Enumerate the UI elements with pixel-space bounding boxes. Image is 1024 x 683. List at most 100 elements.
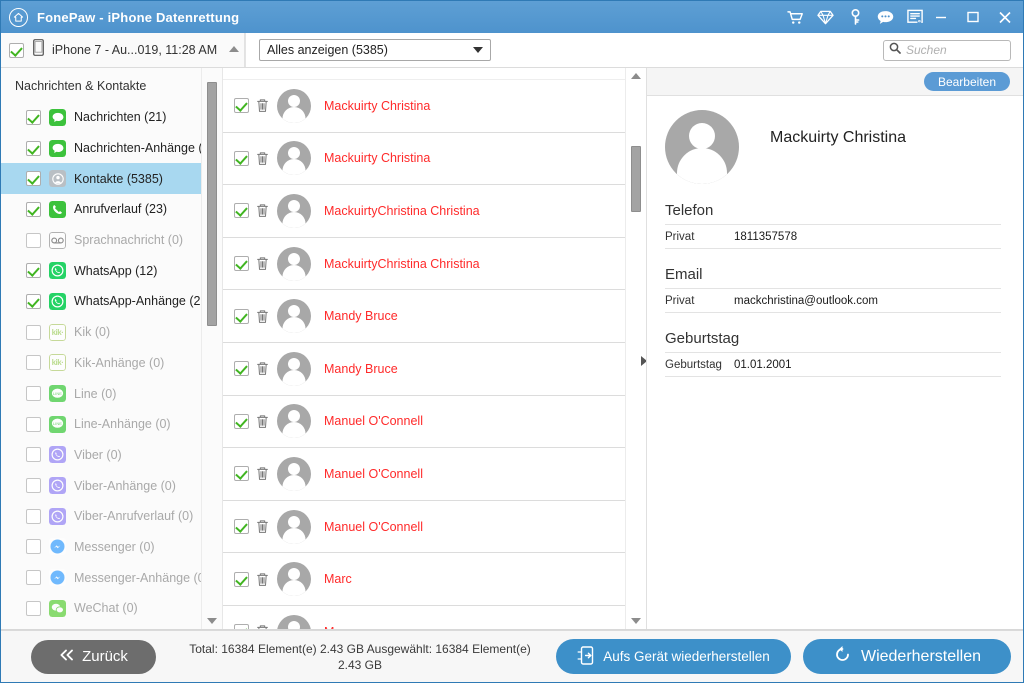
row-checkbox[interactable] — [234, 151, 249, 166]
search-box[interactable] — [883, 40, 1011, 61]
key-icon[interactable] — [847, 9, 864, 26]
sidebar-item-12[interactable]: Viber-Anhänge (0) — [1, 470, 222, 501]
sidebar-item-6[interactable]: WhatsApp-Anhänge (25) — [1, 286, 222, 317]
table-row[interactable]: Marc — [223, 553, 625, 606]
sidebar-item-2[interactable]: Kontakte (5385) — [1, 163, 222, 194]
sidebar-item-4[interactable]: Sprachnachricht (0) — [1, 225, 222, 256]
sidebar-item-1[interactable]: Nachrichten-Anhänge (4) — [1, 133, 222, 164]
row-checkbox[interactable] — [234, 98, 249, 113]
edit-button[interactable]: Bearbeiten — [924, 72, 1010, 91]
sidebar-item-checkbox[interactable] — [26, 539, 41, 554]
sidebar-item-checkbox[interactable] — [26, 386, 41, 401]
sidebar-item-checkbox[interactable] — [26, 233, 41, 248]
device-selector[interactable]: iPhone 7 - Au...019, 11:28 AM — [1, 33, 223, 67]
sidebar-item-checkbox[interactable] — [26, 263, 41, 278]
cart-icon[interactable] — [787, 9, 804, 26]
sidebar-item-5[interactable]: WhatsApp (12) — [1, 255, 222, 286]
sidebar-scroll-down-arrow[interactable] — [207, 618, 217, 624]
chevron-down-icon — [473, 47, 483, 53]
sidebar-item-checkbox[interactable] — [26, 447, 41, 462]
row-checkbox[interactable] — [234, 466, 249, 481]
sidebar-item-checkbox[interactable] — [26, 570, 41, 585]
device-checkbox[interactable] — [9, 43, 24, 58]
table-row[interactable]: Mandy Bruce — [223, 290, 625, 343]
table-row[interactable]: Mandy Bruce — [223, 343, 625, 396]
row-checkbox[interactable] — [234, 309, 249, 324]
trash-icon[interactable] — [256, 572, 269, 587]
chat-icon[interactable] — [877, 9, 894, 26]
trash-icon[interactable] — [256, 519, 269, 534]
trash-icon[interactable] — [256, 466, 269, 481]
row-checkbox[interactable] — [234, 414, 249, 429]
sidebar-scroll-up-arrow[interactable] — [229, 46, 239, 52]
sidebar-item-label: WeChat (0) — [74, 601, 138, 615]
trash-icon[interactable] — [256, 98, 269, 113]
sidebar-item-0[interactable]: Nachrichten (21) — [1, 102, 222, 133]
sidebar-item-checkbox[interactable] — [26, 601, 41, 616]
trash-icon[interactable] — [256, 151, 269, 166]
diamond-icon[interactable] — [817, 9, 834, 26]
messenger-icon — [49, 538, 66, 555]
trash-icon[interactable] — [256, 256, 269, 271]
row-checkbox[interactable] — [234, 361, 249, 376]
close-button[interactable] — [997, 10, 1012, 25]
sidebar-item-7[interactable]: kik·Kik (0) — [1, 317, 222, 348]
sidebar-item-8[interactable]: kik·Kik-Anhänge (0) — [1, 348, 222, 379]
sidebar-item-checkbox[interactable] — [26, 417, 41, 432]
sidebar-item-checkbox[interactable] — [26, 141, 41, 156]
table-row[interactable]: Marc — [223, 606, 625, 629]
restore-to-device-button[interactable]: Aufs Gerät wiederherstellen — [556, 639, 791, 674]
sidebar-item-checkbox[interactable] — [26, 202, 41, 217]
table-row[interactable]: Mackuirty Christina — [223, 80, 625, 133]
sidebar-item-9[interactable]: LINELine (0) — [1, 378, 222, 409]
list-scroll-down-arrow[interactable] — [631, 618, 641, 624]
trash-icon[interactable] — [256, 203, 269, 218]
minimize-button[interactable] — [933, 10, 948, 25]
table-row[interactable]: MackuirtyChristina Christina — [223, 185, 625, 238]
trash-icon[interactable] — [256, 361, 269, 376]
trash-icon[interactable] — [256, 624, 269, 629]
table-row[interactable]: Mackuirty Christina — [223, 133, 625, 186]
sidebar-item-16[interactable]: WeChat (0) — [1, 593, 222, 624]
recover-button[interactable]: Wiederherstellen — [803, 639, 1011, 674]
sidebar-item-11[interactable]: Viber (0) — [1, 440, 222, 471]
row-checkbox[interactable] — [234, 572, 249, 587]
sidebar-item-checkbox[interactable] — [26, 478, 41, 493]
kik-icon: kik· — [49, 324, 66, 341]
sidebar-item-checkbox[interactable] — [26, 294, 41, 309]
chevron-double-left-icon — [59, 648, 75, 665]
table-row[interactable]: MackuirtyChristina Christina — [223, 238, 625, 291]
sidebar-item-10[interactable]: LINELine-Anhänge (0) — [1, 409, 222, 440]
detail-sections: TelefonPrivat1811357578EmailPrivatmackch… — [647, 184, 1023, 377]
row-checkbox[interactable] — [234, 203, 249, 218]
row-checkbox[interactable] — [234, 256, 249, 271]
table-row[interactable]: Manuel O'Connell — [223, 396, 625, 449]
row-checkbox[interactable] — [234, 624, 249, 629]
filter-select[interactable]: Alles anzeigen (5385) — [259, 39, 491, 61]
back-button[interactable]: Zurück — [31, 640, 156, 674]
trash-icon[interactable] — [256, 309, 269, 324]
sidebar-item-14[interactable]: Messenger (0) — [1, 532, 222, 563]
sidebar-item-3[interactable]: Anrufverlauf (23) — [1, 194, 222, 225]
register-icon[interactable] — [907, 9, 924, 26]
sidebar-item-checkbox[interactable] — [26, 171, 41, 186]
list-scrollbar[interactable] — [625, 68, 646, 629]
sidebar-item-checkbox[interactable] — [26, 110, 41, 125]
trash-icon[interactable] — [256, 414, 269, 429]
table-row[interactable]: Manuel O'Connell — [223, 448, 625, 501]
recover-button-label: Wiederherstellen — [861, 648, 981, 666]
search-input[interactable] — [906, 43, 998, 57]
sidebar-scrollbar[interactable] — [201, 68, 222, 629]
sidebar-scroll-thumb[interactable] — [207, 82, 217, 326]
detail-section-title: Geburtstag — [665, 330, 1001, 347]
list-scroll-thumb[interactable] — [631, 146, 641, 212]
table-row[interactable]: Manuel O'Connell — [223, 501, 625, 554]
sidebar-item-checkbox[interactable] — [26, 509, 41, 524]
row-checkbox[interactable] — [234, 519, 249, 534]
sidebar-item-checkbox[interactable] — [26, 355, 41, 370]
sidebar-item-15[interactable]: Messenger-Anhänge (0) — [1, 562, 222, 593]
sidebar-item-checkbox[interactable] — [26, 325, 41, 340]
maximize-button[interactable] — [965, 10, 980, 25]
sidebar-item-13[interactable]: Viber-Anrufverlauf (0) — [1, 501, 222, 532]
list-scroll-up-arrow[interactable] — [631, 73, 641, 79]
